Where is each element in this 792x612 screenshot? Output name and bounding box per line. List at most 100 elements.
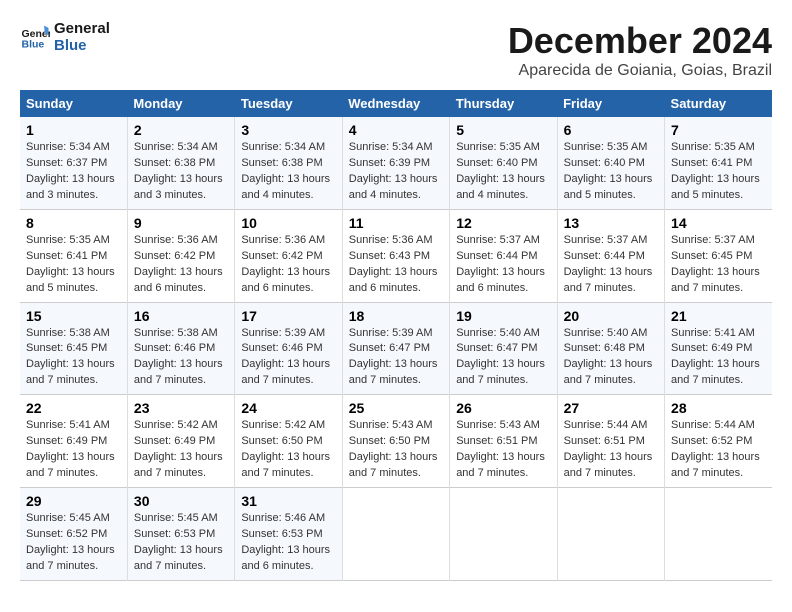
day-info: Sunrise: 5:34 AM Sunset: 6:38 PM Dayligh… [134, 140, 228, 204]
day-cell: 14 Sunrise: 5:37 AM Sunset: 6:45 PM Dayli… [665, 209, 772, 302]
day-info: Sunrise: 5:42 AM Sunset: 6:49 PM Dayligh… [134, 418, 228, 482]
day-info: Sunrise: 5:42 AM Sunset: 6:50 PM Dayligh… [241, 418, 335, 482]
day-info: Sunrise: 5:43 AM Sunset: 6:50 PM Dayligh… [349, 418, 443, 482]
logo-blue: Blue [54, 37, 110, 54]
day-cell: 3 Sunrise: 5:34 AM Sunset: 6:38 PM Daylig… [235, 117, 342, 209]
day-cell [342, 488, 449, 581]
day-info: Sunrise: 5:37 AM Sunset: 6:44 PM Dayligh… [456, 233, 550, 297]
day-cell: 31Sunrise: 5:46 AM Sunset: 6:53 PM Dayli… [235, 488, 342, 581]
day-number: 6 [564, 122, 658, 138]
day-number: 21 [671, 308, 766, 324]
day-number: 9 [134, 215, 228, 231]
logo-icon: General Blue [20, 22, 50, 52]
week-row-4: 22Sunrise: 5:41 AM Sunset: 6:49 PM Dayli… [20, 395, 772, 488]
day-cell: 10 Sunrise: 5:36 AM Sunset: 6:42 PM Dayli… [235, 209, 342, 302]
day-number: 5 [456, 122, 550, 138]
day-cell: 20 Sunrise: 5:40 AM Sunset: 6:48 PM Dayli… [557, 302, 664, 395]
header-tuesday: Tuesday [235, 90, 342, 117]
calendar-table: SundayMondayTuesdayWednesdayThursdayFrid… [20, 90, 772, 581]
calendar-subtitle: Aparecida de Goiania, Goias, Brazil [508, 62, 772, 80]
header-monday: Monday [127, 90, 234, 117]
day-info: Sunrise: 5:43 AM Sunset: 6:51 PM Dayligh… [456, 418, 550, 482]
day-cell: 6 Sunrise: 5:35 AM Sunset: 6:40 PM Daylig… [557, 117, 664, 209]
day-cell: 30Sunrise: 5:45 AM Sunset: 6:53 PM Dayli… [127, 488, 234, 581]
header-wednesday: Wednesday [342, 90, 449, 117]
day-number: 7 [671, 122, 766, 138]
day-info: Sunrise: 5:35 AM Sunset: 6:41 PM Dayligh… [671, 140, 766, 204]
week-row-2: 8 Sunrise: 5:35 AM Sunset: 6:41 PM Daylig… [20, 209, 772, 302]
day-number: 19 [456, 308, 550, 324]
day-number: 13 [564, 215, 658, 231]
day-number: 23 [134, 400, 228, 416]
day-info: Sunrise: 5:36 AM Sunset: 6:42 PM Dayligh… [134, 233, 228, 297]
day-cell: 1 Sunrise: 5:34 AM Sunset: 6:37 PM Daylig… [20, 117, 127, 209]
week-row-1: 1 Sunrise: 5:34 AM Sunset: 6:37 PM Daylig… [20, 117, 772, 209]
day-cell: 15 Sunrise: 5:38 AM Sunset: 6:45 PM Dayli… [20, 302, 127, 395]
day-info: Sunrise: 5:36 AM Sunset: 6:42 PM Dayligh… [241, 233, 335, 297]
day-cell: 5Sunrise: 5:35 AM Sunset: 6:40 PM Daylig… [450, 117, 557, 209]
day-number: 28 [671, 400, 766, 416]
day-number: 12 [456, 215, 550, 231]
day-number: 27 [564, 400, 658, 416]
day-cell: 28 Sunrise: 5:44 AM Sunset: 6:52 PM Dayli… [665, 395, 772, 488]
svg-text:Blue: Blue [22, 39, 45, 51]
day-number: 25 [349, 400, 443, 416]
day-info: Sunrise: 5:44 AM Sunset: 6:51 PM Dayligh… [564, 418, 658, 482]
day-number: 8 [26, 215, 121, 231]
day-info: Sunrise: 5:40 AM Sunset: 6:47 PM Dayligh… [456, 326, 550, 390]
day-info: Sunrise: 5:34 AM Sunset: 6:37 PM Dayligh… [26, 140, 121, 204]
day-cell: 7 Sunrise: 5:35 AM Sunset: 6:41 PM Daylig… [665, 117, 772, 209]
day-cell: 24 Sunrise: 5:42 AM Sunset: 6:50 PM Dayli… [235, 395, 342, 488]
day-number: 22 [26, 400, 121, 416]
day-info: Sunrise: 5:39 AM Sunset: 6:46 PM Dayligh… [241, 326, 335, 390]
day-number: 17 [241, 308, 335, 324]
day-number: 16 [134, 308, 228, 324]
day-number: 15 [26, 308, 121, 324]
header-row: SundayMondayTuesdayWednesdayThursdayFrid… [20, 90, 772, 117]
week-row-5: 29 Sunrise: 5:45 AM Sunset: 6:52 PM Dayli… [20, 488, 772, 581]
day-number: 31 [241, 493, 335, 509]
day-info: Sunrise: 5:37 AM Sunset: 6:45 PM Dayligh… [671, 233, 766, 297]
day-number: 3 [241, 122, 335, 138]
day-cell: 2 Sunrise: 5:34 AM Sunset: 6:38 PM Daylig… [127, 117, 234, 209]
header-friday: Friday [557, 90, 664, 117]
day-number: 26 [456, 400, 550, 416]
day-number: 14 [671, 215, 766, 231]
day-info: Sunrise: 5:36 AM Sunset: 6:43 PM Dayligh… [349, 233, 443, 297]
day-number: 20 [564, 308, 658, 324]
day-number: 11 [349, 215, 443, 231]
header-thursday: Thursday [450, 90, 557, 117]
title-area: December 2024 Aparecida de Goiania, Goia… [508, 20, 772, 80]
page-header: General Blue General Blue December 2024 … [20, 20, 772, 80]
day-cell [665, 488, 772, 581]
logo: General Blue General Blue [20, 20, 110, 54]
day-cell: 8 Sunrise: 5:35 AM Sunset: 6:41 PM Daylig… [20, 209, 127, 302]
day-info: Sunrise: 5:40 AM Sunset: 6:48 PM Dayligh… [564, 326, 658, 390]
day-cell: 19 Sunrise: 5:40 AM Sunset: 6:47 PM Dayli… [450, 302, 557, 395]
day-cell: 29 Sunrise: 5:45 AM Sunset: 6:52 PM Dayli… [20, 488, 127, 581]
day-cell: 25 Sunrise: 5:43 AM Sunset: 6:50 PM Dayli… [342, 395, 449, 488]
day-number: 29 [26, 493, 121, 509]
day-number: 30 [134, 493, 228, 509]
day-cell: 26 Sunrise: 5:43 AM Sunset: 6:51 PM Dayli… [450, 395, 557, 488]
day-info: Sunrise: 5:35 AM Sunset: 6:41 PM Dayligh… [26, 233, 121, 297]
day-number: 2 [134, 122, 228, 138]
day-cell: 9 Sunrise: 5:36 AM Sunset: 6:42 PM Daylig… [127, 209, 234, 302]
day-info: Sunrise: 5:39 AM Sunset: 6:47 PM Dayligh… [349, 326, 443, 390]
day-info: Sunrise: 5:34 AM Sunset: 6:38 PM Dayligh… [241, 140, 335, 204]
day-number: 24 [241, 400, 335, 416]
day-number: 1 [26, 122, 121, 138]
day-info: Sunrise: 5:38 AM Sunset: 6:45 PM Dayligh… [26, 326, 121, 390]
day-cell [557, 488, 664, 581]
header-saturday: Saturday [665, 90, 772, 117]
day-info: Sunrise: 5:34 AM Sunset: 6:39 PM Dayligh… [349, 140, 443, 204]
day-info: Sunrise: 5:44 AM Sunset: 6:52 PM Dayligh… [671, 418, 766, 482]
day-cell: 22Sunrise: 5:41 AM Sunset: 6:49 PM Dayli… [20, 395, 127, 488]
day-info: Sunrise: 5:35 AM Sunset: 6:40 PM Dayligh… [564, 140, 658, 204]
day-cell: 16 Sunrise: 5:38 AM Sunset: 6:46 PM Dayli… [127, 302, 234, 395]
day-number: 18 [349, 308, 443, 324]
day-info: Sunrise: 5:38 AM Sunset: 6:46 PM Dayligh… [134, 326, 228, 390]
day-number: 10 [241, 215, 335, 231]
week-row-3: 15 Sunrise: 5:38 AM Sunset: 6:45 PM Dayli… [20, 302, 772, 395]
day-info: Sunrise: 5:45 AM Sunset: 6:52 PM Dayligh… [26, 511, 121, 575]
